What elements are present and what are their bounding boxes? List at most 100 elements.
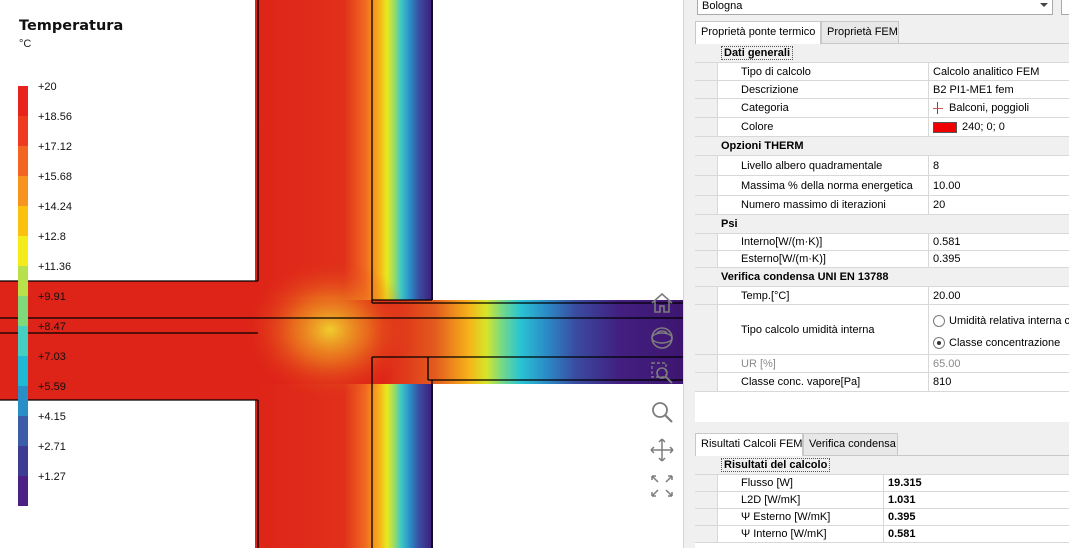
prop-name: Numero massimo di iterazioni: [741, 199, 886, 211]
humidity-options: Umidità relativa interna c Classe concen…: [928, 305, 1069, 354]
prop-row[interactable]: Massima % della norma energetica 10.00: [695, 176, 1069, 196]
prop-value[interactable]: 240; 0; 0: [928, 118, 1069, 136]
legend-color-segment: [18, 176, 28, 206]
tab-proprieta-fem[interactable]: Proprietà FEM: [821, 21, 899, 43]
home-icon[interactable]: [648, 289, 676, 317]
result-row[interactable]: L2D [W/mK] 1.031: [695, 492, 1069, 509]
legend-tick-label: +9.91: [38, 291, 66, 303]
prop-value[interactable]: 10.00: [928, 176, 1069, 195]
section-opzioni-therm[interactable]: Opzioni THERM: [695, 137, 1069, 156]
legend-color-segment: [18, 386, 28, 416]
prop-name: Esterno[W/(m·K)]: [741, 253, 826, 265]
zoom-extents-icon[interactable]: [648, 359, 676, 387]
legend-title: Temperatura: [19, 18, 124, 34]
section-verifica-condensa[interactable]: Verifica condensa UNI EN 13788: [695, 268, 1069, 287]
prop-value[interactable]: 8: [928, 156, 1069, 175]
thermal-view[interactable]: Temperatura °C +20 +18.56 +17.12 +15.68 +14.…: [0, 0, 683, 548]
orbit-icon[interactable]: [648, 324, 676, 352]
prop-name: Temp.[°C]: [741, 289, 790, 302]
color-value: 240; 0; 0: [962, 121, 1005, 133]
result-name: Flusso [W]: [741, 477, 793, 489]
prop-name: Massima % della norma energetica: [741, 179, 913, 192]
prop-name: Descrizione: [741, 83, 799, 96]
radio-button-selected[interactable]: [933, 337, 945, 349]
prop-name: Colore: [741, 121, 774, 133]
properties-panel: Bologna Proprietà ponte termico Propriet…: [695, 0, 1069, 548]
result-row[interactable]: Flusso [W] 19.315: [695, 475, 1069, 492]
legend-tick-label: +4.15: [38, 411, 66, 423]
tab-proprieta-ponte-termico[interactable]: Proprietà ponte termico: [695, 21, 821, 44]
section-dati-generali-title: Dati generali: [717, 44, 1069, 63]
result-value: 0.395: [883, 509, 1033, 525]
prop-value[interactable]: Balconi, poggioli: [928, 99, 1069, 117]
prop-value[interactable]: 0.581: [928, 234, 1069, 250]
legend-color-segment: [18, 116, 28, 146]
prop-value[interactable]: Calcolo analitico FEM: [928, 63, 1069, 80]
legend-color-segment: [18, 206, 28, 236]
zoom-icon[interactable]: [648, 398, 676, 426]
prop-row[interactable]: Interno[W/(m·K)] 0.581: [695, 234, 1069, 251]
legend-tick-label: +5.59: [38, 381, 66, 393]
section-psi[interactable]: Psi: [695, 215, 1069, 234]
legend-color-segment: [18, 296, 28, 326]
legend-tick-label: +2.71: [38, 441, 66, 453]
location-value: Bologna: [702, 0, 743, 12]
tab-verifica-condensa[interactable]: Verifica condensa: [803, 433, 898, 455]
location-button[interactable]: [1061, 0, 1069, 15]
fit-icon[interactable]: [648, 472, 676, 500]
prop-row[interactable]: Classe conc. vapore[Pa] 810: [695, 373, 1069, 392]
radio-button[interactable]: [933, 315, 945, 327]
prop-name: UR [%]: [741, 357, 776, 370]
legend-color-segment: [18, 236, 28, 266]
result-value: 19.315: [883, 475, 1033, 491]
section-risultati-title: Risultati del calcolo: [717, 456, 1069, 475]
legend-tick-label: +14.24: [38, 201, 72, 213]
prop-row[interactable]: Tipo di calcolo Calcolo analitico FEM: [695, 63, 1069, 81]
prop-name: Tipo calcolo umidità interna: [741, 323, 875, 336]
legend-tick-label: +15.68: [38, 171, 72, 183]
prop-value[interactable]: 0.395: [928, 251, 1069, 267]
prop-row[interactable]: Tipo calcolo umidità interna Umidità rel…: [695, 305, 1069, 355]
legend-tick-label: +11.36: [38, 261, 72, 273]
tab-risultati-calcoli-fem[interactable]: Risultati Calcoli FEM: [695, 433, 803, 456]
prop-value[interactable]: B2 PI1-ME1 fem: [928, 81, 1069, 98]
legend-tick-label: +12.8: [38, 231, 66, 243]
result-row[interactable]: Ψ Esterno [W/mK] 0.395: [695, 509, 1069, 526]
prop-value[interactable]: 20: [928, 196, 1069, 214]
prop-row[interactable]: Categoria Balconi, poggioli: [695, 99, 1069, 118]
result-row[interactable]: Ψ Interno [W/mK] 0.581: [695, 526, 1069, 543]
prop-row[interactable]: Descrizione B2 PI1-ME1 fem: [695, 81, 1069, 99]
category-value: Balconi, poggioli: [949, 102, 1030, 114]
legend-color-segment: [18, 86, 28, 116]
legend-tick-label: +8.47: [38, 321, 66, 333]
results-grid: Risultati del calcolo Flusso [W] 19.315 …: [695, 455, 1069, 548]
prop-value[interactable]: 810: [928, 373, 1069, 391]
prop-row[interactable]: Livello albero quadramentale 8: [695, 156, 1069, 176]
legend-color-segment: [18, 266, 28, 296]
legend-tick-label: +7.03: [38, 351, 66, 363]
prop-name: Interno[W/(m·K)]: [741, 236, 823, 248]
prop-value[interactable]: 20.00: [928, 287, 1069, 304]
radio-umidita-relativa[interactable]: Umidità relativa interna c: [933, 310, 1069, 332]
properties-grid: Dati generali Tipo di calcolo Calcolo an…: [695, 43, 1069, 422]
category-icon: [933, 102, 943, 114]
prop-value: 65.00: [928, 355, 1069, 372]
prop-row[interactable]: UR [%] 65.00: [695, 355, 1069, 373]
legend-color-segment: [18, 416, 28, 446]
color-scale-bar: [18, 86, 28, 506]
pan-icon[interactable]: [648, 436, 676, 464]
prop-row[interactable]: Temp.[°C] 20.00: [695, 287, 1069, 305]
color-swatch: [933, 121, 957, 133]
legend-color-segment: [18, 146, 28, 176]
prop-row[interactable]: Numero massimo di iterazioni 20: [695, 196, 1069, 215]
prop-row[interactable]: Esterno[W/(m·K)] 0.395: [695, 251, 1069, 268]
legend-color-segment: [18, 326, 28, 356]
legend-color-segment: [18, 356, 28, 386]
legend-tick-label: +17.12: [38, 141, 72, 153]
location-select[interactable]: Bologna: [697, 0, 1053, 15]
prop-name: Livello albero quadramentale: [741, 159, 883, 172]
legend-unit: °C: [19, 38, 32, 50]
radio-classe-concentrazione[interactable]: Classe concentrazione: [933, 332, 1069, 354]
prop-row[interactable]: Colore 240; 0; 0: [695, 118, 1069, 137]
legend-color-segment: [18, 476, 28, 506]
